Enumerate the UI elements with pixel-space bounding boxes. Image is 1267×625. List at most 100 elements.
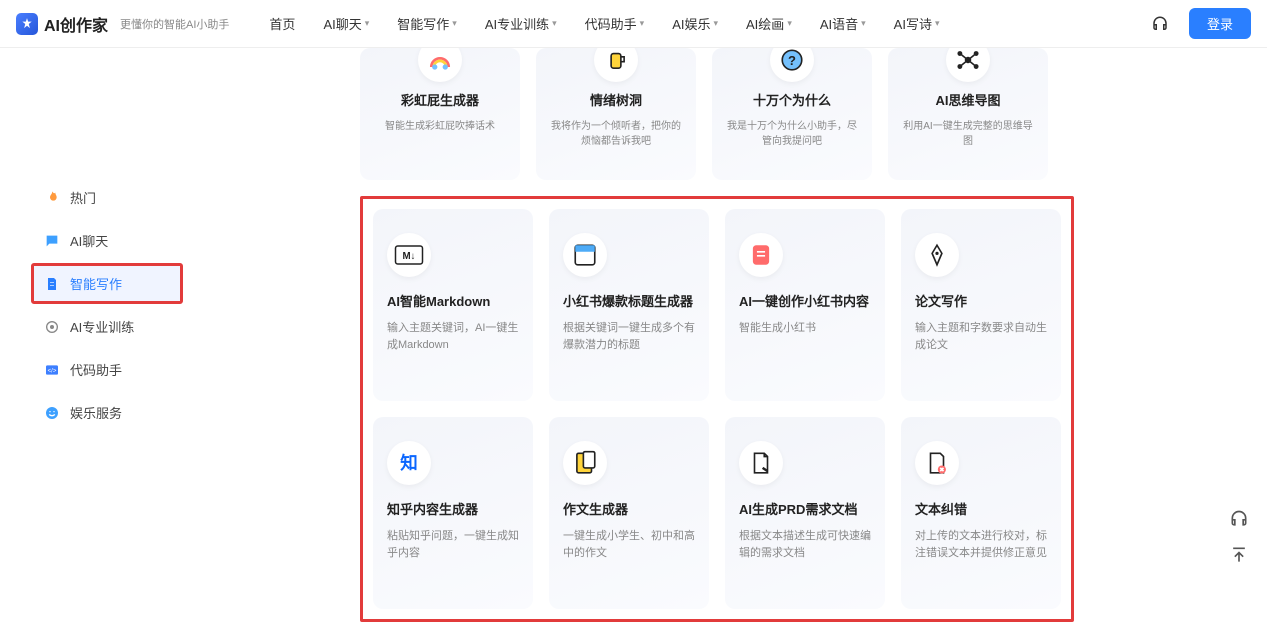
rainbow-icon xyxy=(418,48,462,82)
card-title: AI智能Markdown xyxy=(387,291,519,310)
float-buttons xyxy=(1229,509,1249,565)
sidebar-item-label: AI专业训练 xyxy=(70,317,134,336)
card-title: 情绪树洞 xyxy=(590,90,642,109)
top-card-2[interactable]: ? 十万个为什么我是十万个为什么小助手，尽管向我提问吧 xyxy=(712,48,872,180)
chevron-down-icon: ▾ xyxy=(365,18,370,29)
smile-icon xyxy=(44,405,60,421)
pen-icon xyxy=(915,233,959,277)
chevron-down-icon: ▾ xyxy=(640,18,645,29)
content-area: 彩虹屁生成器智能生成彩虹屁吹捧话术情绪树洞我将作为一个倾听者，把你的烦恼都告诉我… xyxy=(220,48,1267,625)
sidebar-item-label: AI聊天 xyxy=(70,231,108,250)
sidebar-item-5[interactable]: 娱乐服务 xyxy=(32,393,172,432)
card-title: 小红书爆款标题生成器 xyxy=(563,291,695,310)
fire-icon xyxy=(44,190,60,206)
logo-icon xyxy=(16,13,38,35)
nav-item-1[interactable]: AI聊天▾ xyxy=(323,14,369,33)
essay-icon xyxy=(563,441,607,485)
sidebar-item-3[interactable]: AI专业训练 xyxy=(32,307,172,346)
top-card-1[interactable]: 情绪树洞我将作为一个倾听者，把你的烦恼都告诉我吧 xyxy=(536,48,696,180)
sidebar-item-label: 代码助手 xyxy=(70,360,122,379)
mindmap-icon xyxy=(946,48,990,82)
logo[interactable]: AI创作家 xyxy=(16,12,108,36)
svg-text:</>: </> xyxy=(48,368,57,374)
card-desc: 粘贴知乎问题，一键生成知乎内容 xyxy=(387,528,519,561)
top-card-3[interactable]: AI思维导图利用AI一键生成完整的思维导图 xyxy=(888,48,1048,180)
card-desc: 根据文本描述生成可快速编辑的需求文档 xyxy=(739,528,871,561)
error-icon xyxy=(915,441,959,485)
card-desc: 根据关键词一键生成多个有爆款潜力的标题 xyxy=(563,320,695,353)
nav-bar: 首页 AI聊天▾ 智能写作▾ AI专业训练▾ 代码助手▾ AI娱乐▾ AI绘画▾ AI语音▾ A… xyxy=(269,14,1151,33)
app-subtitle: 更懂你的智能AI小助手 xyxy=(120,16,229,32)
svg-text:?: ? xyxy=(788,53,796,68)
card-title: 彩虹屁生成器 xyxy=(401,90,479,109)
card-desc: 智能生成小红书 xyxy=(739,320,871,337)
prd-icon xyxy=(739,441,783,485)
grid-card-0-2[interactable]: AI一键创作小红书内容智能生成小红书 xyxy=(725,209,885,401)
logo-text: AI创作家 xyxy=(44,12,108,36)
chat-icon xyxy=(44,233,60,249)
nav-item-2[interactable]: 智能写作▾ xyxy=(397,14,457,33)
login-button[interactable]: 登录 xyxy=(1189,8,1251,39)
sidebar-item-label: 娱乐服务 xyxy=(70,403,122,422)
sidebar-item-label: 热门 xyxy=(70,188,96,207)
nav-item-0[interactable]: 首页 xyxy=(269,14,295,33)
card-title: 作文生成器 xyxy=(563,499,695,518)
card-desc: 利用AI一键生成完整的思维导图 xyxy=(902,119,1034,149)
card-title: AI思维导图 xyxy=(935,90,1000,109)
headset-icon[interactable] xyxy=(1151,15,1169,33)
grid-card-1-2[interactable]: AI生成PRD需求文档根据文本描述生成可快速编辑的需求文档 xyxy=(725,417,885,609)
nav-item-4[interactable]: 代码助手▾ xyxy=(585,14,645,33)
svg-text:M↓: M↓ xyxy=(403,251,416,262)
chevron-down-icon: ▾ xyxy=(713,18,718,29)
chevron-down-icon: ▾ xyxy=(861,18,866,29)
grid-card-1-3[interactable]: 文本纠错对上传的文本进行校对，标注错误文本并提供修正意见 xyxy=(901,417,1061,609)
sidebar-item-label: 智能写作 xyxy=(70,274,122,293)
grid-card-0-3[interactable]: 论文写作输入主题和字数要求自动生成论文 xyxy=(901,209,1061,401)
card-title: AI生成PRD需求文档 xyxy=(739,499,871,518)
back-to-top-icon[interactable] xyxy=(1229,545,1249,565)
nav-item-5[interactable]: AI娱乐▾ xyxy=(672,14,718,33)
card-title: AI一键创作小红书内容 xyxy=(739,291,871,310)
chevron-down-icon: ▾ xyxy=(452,18,457,29)
nav-item-3[interactable]: AI专业训练▾ xyxy=(485,14,557,33)
sidebar-item-2[interactable]: 智能写作 xyxy=(32,264,182,303)
grid-card-0-1[interactable]: 小红书爆款标题生成器根据关键词一键生成多个有爆款潜力的标题 xyxy=(549,209,709,401)
question-icon: ? xyxy=(770,48,814,82)
note-icon xyxy=(739,233,783,277)
doc-icon xyxy=(44,276,60,292)
zhi-icon: 知 xyxy=(387,441,431,485)
sidebar-item-0[interactable]: 热门 xyxy=(32,178,172,217)
sidebar-item-1[interactable]: AI聊天 xyxy=(32,221,172,260)
card-title: 十万个为什么 xyxy=(753,90,831,109)
cup-icon xyxy=(594,48,638,82)
card-title: 文本纠错 xyxy=(915,499,1047,518)
card-title: 知乎内容生成器 xyxy=(387,499,519,518)
card-desc: 智能生成彩虹屁吹捧话术 xyxy=(385,119,495,134)
header: AI创作家 更懂你的智能AI小助手 首页 AI聊天▾ 智能写作▾ AI专业训练▾ 代码助… xyxy=(0,0,1267,48)
nav-item-7[interactable]: AI语音▾ xyxy=(820,14,866,33)
card-desc: 输入主题关键词，AI一键生成Markdown xyxy=(387,320,519,353)
nav-item-6[interactable]: AI绘画▾ xyxy=(746,14,792,33)
card-desc: 我是十万个为什么小助手，尽管向我提问吧 xyxy=(726,119,858,149)
sidebar: 热门 AI聊天智能写作 AI专业训练 </> 代码助手娱乐服务 xyxy=(0,48,220,625)
chevron-down-icon: ▾ xyxy=(935,18,940,29)
nav-item-8[interactable]: AI写诗▾ xyxy=(894,14,940,33)
top-card-0[interactable]: 彩虹屁生成器智能生成彩虹屁吹捧话术 xyxy=(360,48,520,180)
grid-card-1-0[interactable]: 知知乎内容生成器粘贴知乎问题，一键生成知乎内容 xyxy=(373,417,533,609)
md-icon: M↓ xyxy=(387,233,431,277)
sidebar-item-4[interactable]: </> 代码助手 xyxy=(32,350,172,389)
brain-icon xyxy=(44,319,60,335)
card-desc: 一键生成小学生、初中和高中的作文 xyxy=(563,528,695,561)
code-icon: </> xyxy=(44,362,60,378)
card-desc: 对上传的文本进行校对，标注错误文本并提供修正意见 xyxy=(915,528,1047,561)
card-desc: 我将作为一个倾听者，把你的烦恼都告诉我吧 xyxy=(550,119,682,149)
support-icon[interactable] xyxy=(1229,509,1249,529)
window-icon xyxy=(563,233,607,277)
card-title: 论文写作 xyxy=(915,291,1047,310)
grid-card-1-1[interactable]: 作文生成器一键生成小学生、初中和高中的作文 xyxy=(549,417,709,609)
grid-card-0-0[interactable]: M↓ AI智能Markdown 输入主题关键词，AI一键生成Markdown xyxy=(373,209,533,401)
chevron-down-icon: ▾ xyxy=(552,18,557,29)
highlighted-section: M↓ AI智能Markdown 输入主题关键词，AI一键生成Markdown 小红书爆… xyxy=(360,196,1074,622)
chevron-down-icon: ▾ xyxy=(787,18,792,29)
card-desc: 输入主题和字数要求自动生成论文 xyxy=(915,320,1047,353)
